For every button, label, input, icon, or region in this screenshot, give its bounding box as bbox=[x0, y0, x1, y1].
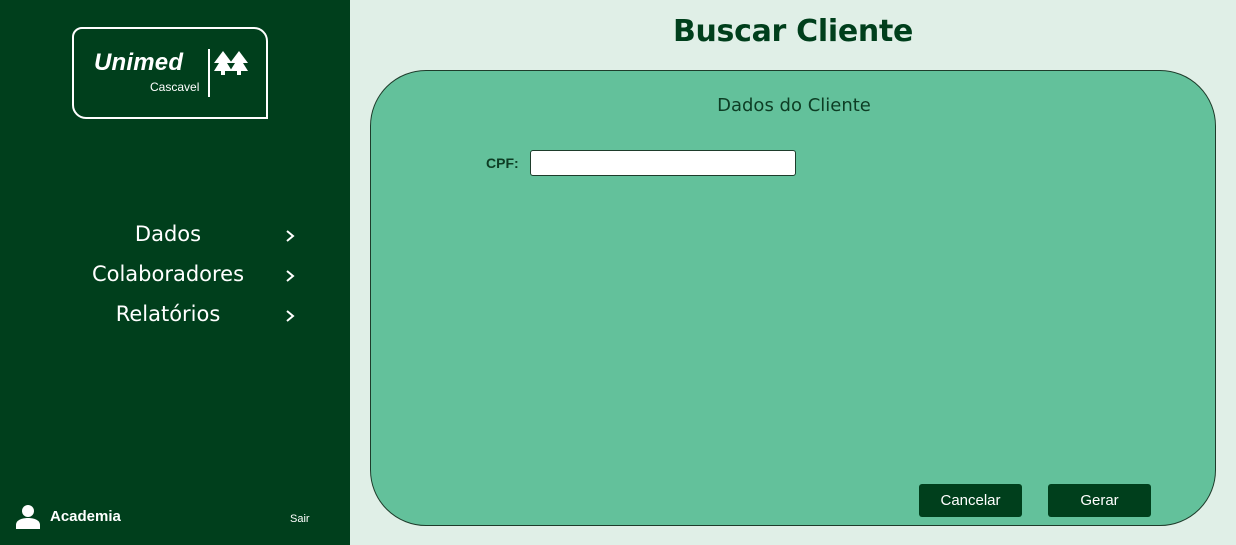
sidebar-item-relatorios[interactable]: Relatórios bbox=[0, 296, 350, 336]
logo-divider bbox=[208, 49, 210, 97]
logo-brand-text: Unimed bbox=[94, 49, 184, 76]
generate-button[interactable]: Gerar bbox=[1048, 484, 1151, 517]
sidebar-item-colaboradores[interactable]: Colaboradores bbox=[0, 256, 350, 296]
card-title: Dados do Cliente bbox=[717, 95, 871, 116]
unimed-trees-icon bbox=[214, 51, 248, 75]
logout-link[interactable]: Sair bbox=[290, 513, 310, 525]
user-icon bbox=[16, 505, 40, 529]
cancel-button[interactable]: Cancelar bbox=[919, 484, 1022, 517]
logo-city-text: Cascavel bbox=[150, 80, 200, 94]
user-profile: Academia bbox=[16, 504, 121, 529]
unimed-logo[interactable]: Unimed Cascavel bbox=[72, 27, 268, 119]
cpf-label: CPF: bbox=[486, 155, 519, 171]
cpf-input[interactable] bbox=[530, 150, 796, 176]
sidebar: Unimed Cascavel Dados Colaboradores Rela… bbox=[0, 0, 350, 545]
client-form-card: Dados do Cliente CPF: Cancelar Gerar bbox=[370, 70, 1216, 526]
user-name: Academia bbox=[50, 508, 121, 525]
chevron-right-icon bbox=[286, 230, 295, 242]
sidebar-item-dados[interactable]: Dados bbox=[0, 216, 350, 256]
chevron-right-icon bbox=[286, 310, 295, 322]
sidebar-nav: Dados Colaboradores Relatórios bbox=[0, 216, 350, 336]
page-title: Buscar Cliente bbox=[672, 14, 914, 49]
chevron-right-icon bbox=[286, 270, 295, 282]
